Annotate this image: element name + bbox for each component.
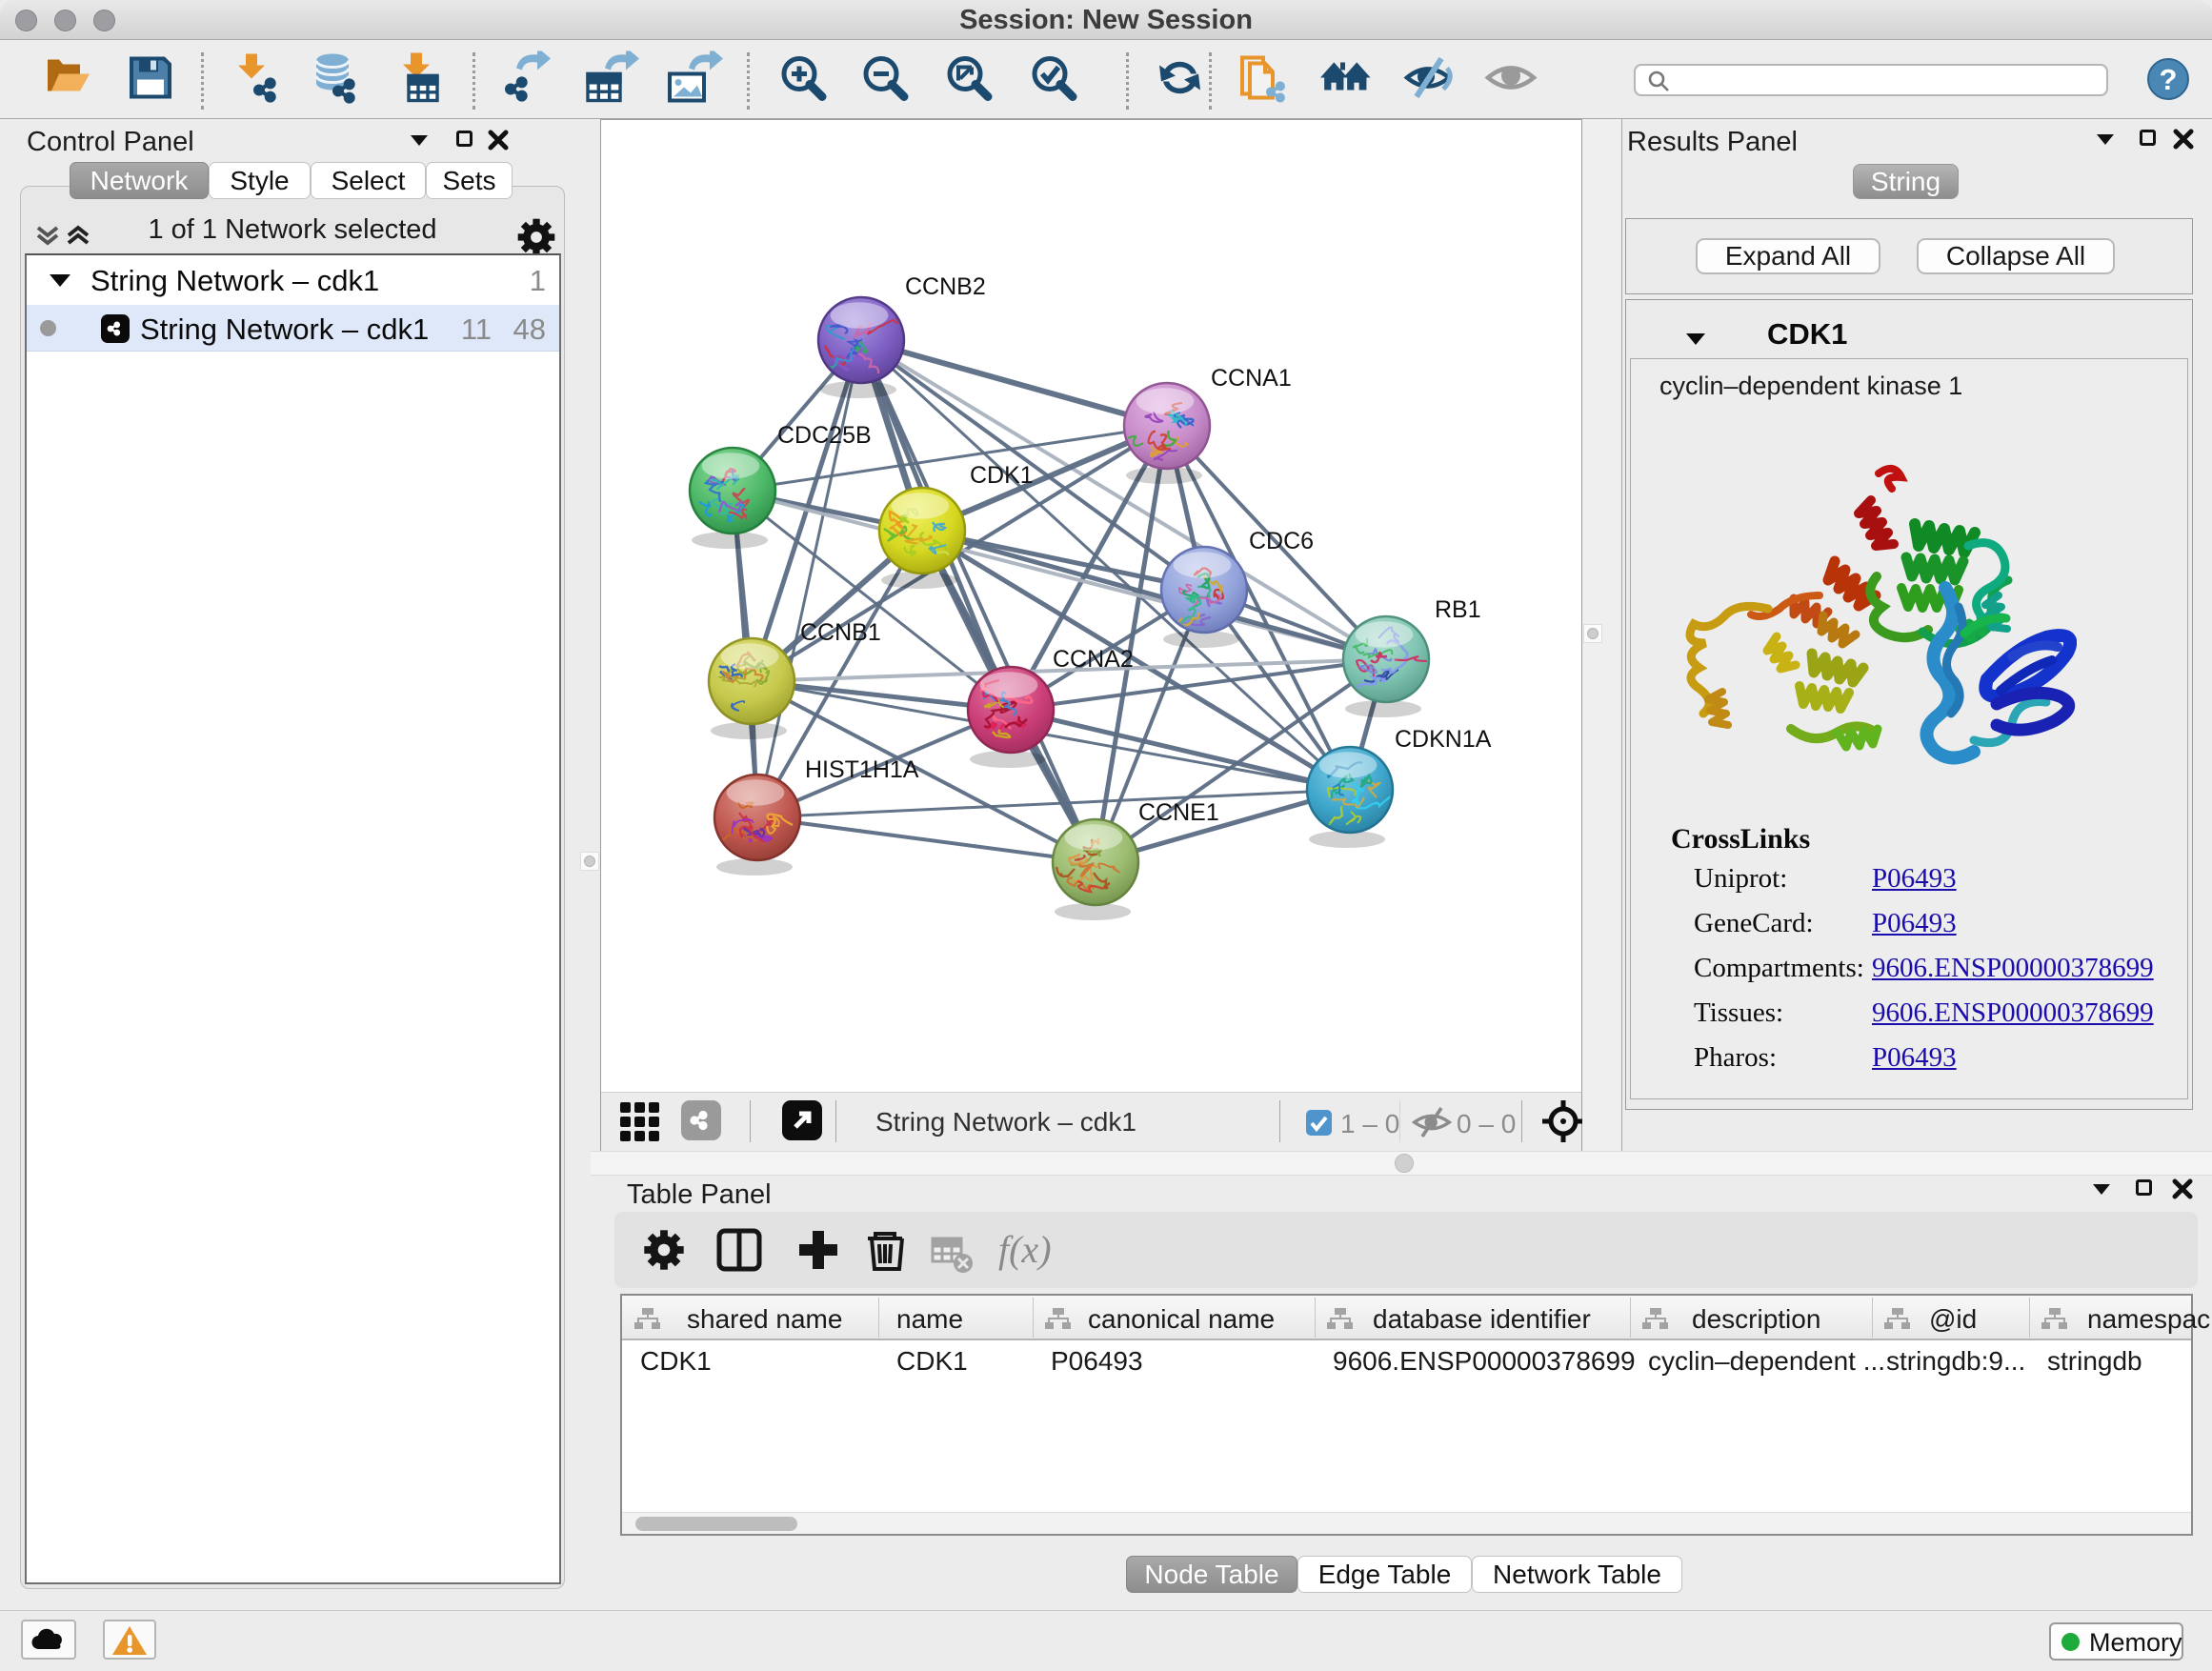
svg-text:CCNA2: CCNA2 [1053, 646, 1134, 673]
svg-text:CCNB1: CCNB1 [800, 619, 881, 646]
svg-text:CDK1: CDK1 [970, 462, 1034, 489]
svg-text:RB1: RB1 [1435, 596, 1481, 623]
svg-text:CCNB2: CCNB2 [905, 273, 986, 300]
svg-text:CCNA1: CCNA1 [1211, 365, 1292, 392]
svg-text:CDC25B: CDC25B [777, 422, 872, 449]
svg-text:CDKN1A: CDKN1A [1395, 726, 1492, 753]
svg-text:CDC6: CDC6 [1249, 528, 1314, 554]
svg-text:HIST1H1A: HIST1H1A [805, 756, 919, 783]
svg-text:CCNE1: CCNE1 [1138, 799, 1219, 826]
